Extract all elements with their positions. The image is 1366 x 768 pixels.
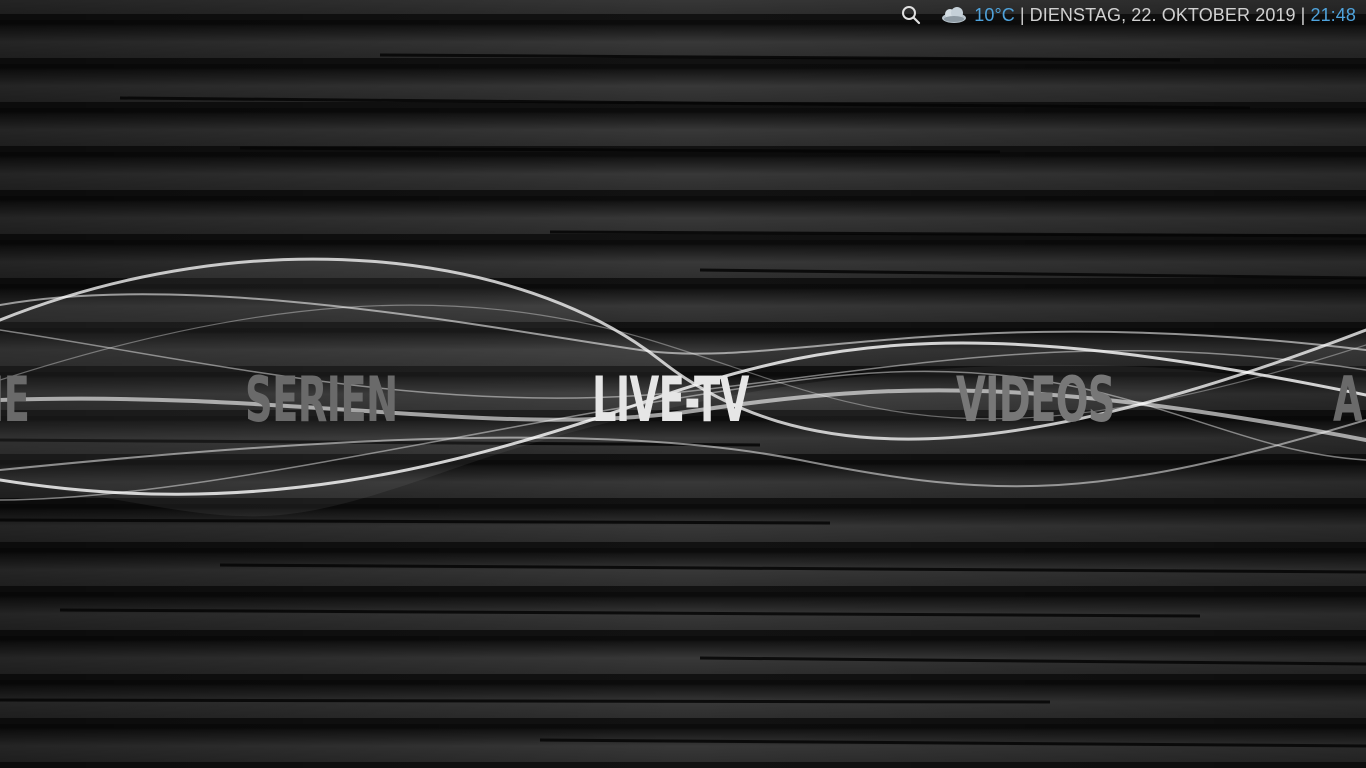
separator: |	[1019, 4, 1025, 25]
separator: |	[1300, 4, 1306, 25]
menu-item-videos[interactable]: VIDEOS	[956, 360, 1115, 440]
main-menu: ME SERIEN LIVE-TV VIDEOS A	[0, 360, 1366, 440]
menu-item-partial-left[interactable]: ME	[0, 360, 30, 440]
home-screen: 10°C | DIENSTAG, 22. OKTOBER 2019 | 21:4…	[0, 0, 1366, 768]
search-icon[interactable]	[900, 4, 922, 26]
menu-item-live-tv[interactable]: LIVE-TV	[592, 360, 749, 440]
top-status-bar: 10°C | DIENSTAG, 22. OKTOBER 2019 | 21:4…	[896, 0, 1366, 30]
clock: 21:48	[1310, 4, 1356, 25]
temperature: 10°C	[974, 4, 1015, 25]
date-display: DIENSTAG, 22. OKTOBER 2019	[1029, 4, 1296, 25]
cloud-icon	[940, 5, 968, 25]
menu-item-partial-right[interactable]: A	[1333, 360, 1363, 440]
menu-item-serien[interactable]: SERIEN	[245, 360, 398, 440]
